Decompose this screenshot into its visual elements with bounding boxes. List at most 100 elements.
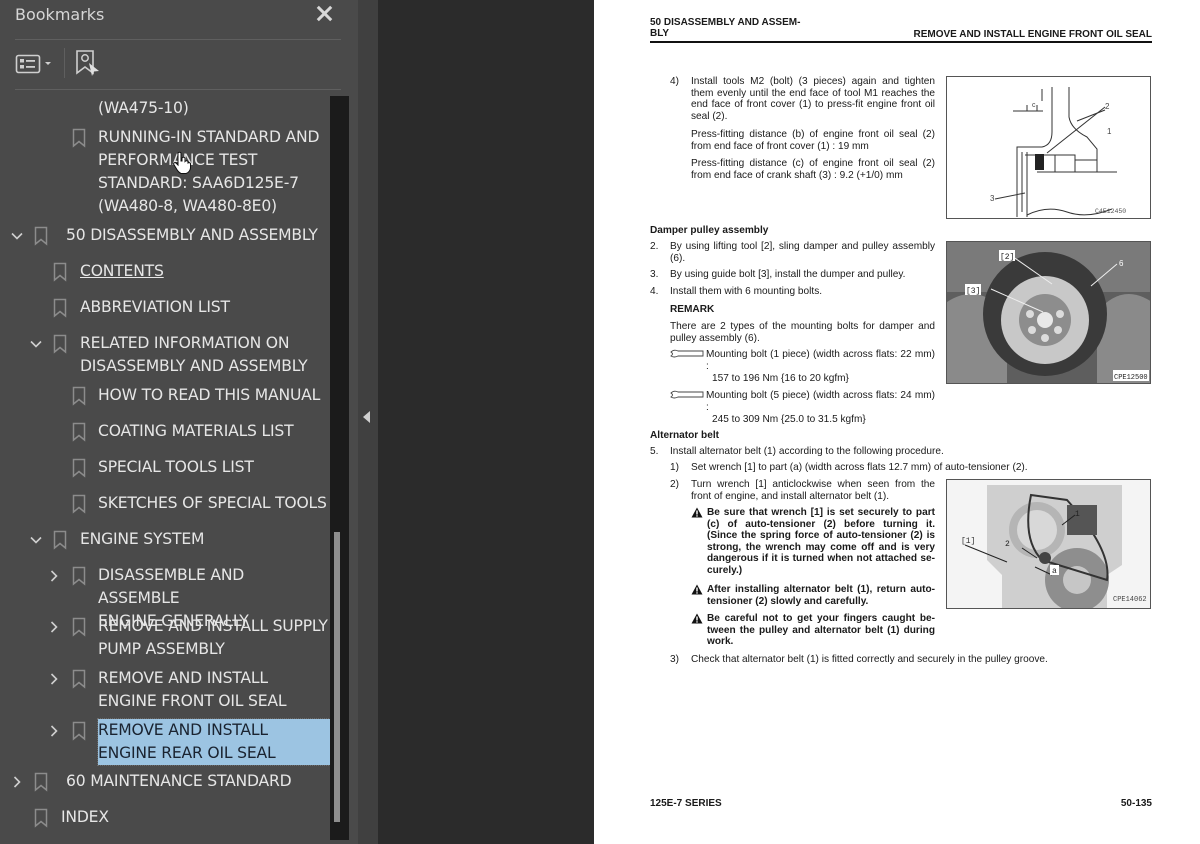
diagram-label: 2 — [1105, 102, 1110, 111]
divider — [15, 39, 341, 40]
remark-heading: REMARK — [670, 304, 715, 315]
bookmark-icon — [34, 772, 48, 792]
bookmark-item[interactable]: ABBREVIATION LIST — [0, 296, 330, 319]
options-menu-button[interactable] — [15, 52, 57, 76]
step-text: Install them with 6 mounting bolts. — [670, 286, 823, 297]
chevron-right-icon[interactable] — [47, 672, 61, 686]
figure-alternator-belt-photo: [1] 2 1 a CPE14062 — [946, 479, 1151, 609]
bookmark-label[interactable]: RUNNING-IN STANDARD AND PERFORMANCE TEST… — [98, 126, 319, 218]
warning-text: Be sure that wrench [1] is set securely … — [707, 507, 935, 576]
chevron-right-icon[interactable] — [47, 569, 61, 583]
torque-wrench-icon — [670, 390, 704, 399]
bookmark-icon — [72, 422, 86, 442]
bookmark-item[interactable]: ENGINE SYSTEM — [0, 528, 330, 551]
bookmark-item[interactable]: REMOVE AND INSTALL ENGINE FRONT OIL SEAL — [0, 667, 330, 713]
bookmark-label[interactable]: REMOVE AND INSTALL SUPPLY PUMP ASSEMBLY — [98, 615, 328, 661]
step-text: Check that alternator belt (1) is fitted… — [691, 654, 1048, 665]
bookmark-icon — [72, 386, 86, 406]
bookmark-item[interactable]: COATING MATERIALS LIST — [0, 420, 330, 443]
torque-wrench-icon — [670, 349, 704, 358]
bookmark-label[interactable]: SPECIAL TOOLS LIST — [98, 456, 254, 479]
bookmark-label[interactable]: REMOVE AND INSTALL ENGINE REAR OIL SEAL — [97, 718, 330, 766]
bookmark-tree: (WA475-10) RUNNING-IN STANDARD AND PERFO… — [0, 96, 330, 844]
bookmark-label[interactable]: COATING MATERIALS LIST — [98, 420, 294, 443]
step-text: Install tools M2 (bolt) (3 pieces) again… — [691, 76, 935, 122]
step-number: 4) — [670, 76, 679, 87]
chevron-down-icon[interactable] — [10, 229, 24, 243]
chevron-down-icon[interactable] — [29, 337, 43, 351]
bookmark-label[interactable]: 60 MAINTENANCE STANDARD — [66, 770, 292, 793]
bookmark-item[interactable]: DISASSEMBLE AND ASSEMBLE ENGINE GENERALL… — [0, 564, 330, 630]
bookmark-item[interactable]: SPECIAL TOOLS LIST — [0, 456, 330, 479]
section-heading: Damper pulley assembly — [650, 225, 769, 236]
bookmark-item[interactable]: REMOVE AND INSTALL ENGINE REAR OIL SEAL — [0, 718, 330, 766]
damper-pulley-photo: [2] [3] 6 CPE12500 — [947, 242, 1150, 383]
photo-label: 6 — [1119, 259, 1124, 268]
bookmark-item[interactable]: (WA475-10) — [0, 97, 330, 120]
pdf-page: 50 DISASSEMBLY AND ASSEM- BLY REMOVE AND… — [594, 0, 1200, 844]
scrollbar[interactable] — [330, 96, 349, 840]
document-viewer[interactable]: 50 DISASSEMBLY AND ASSEM- BLY REMOVE AND… — [378, 0, 1200, 844]
bookmark-icon — [72, 566, 86, 586]
bookmark-icon — [34, 226, 48, 246]
remark-text: There are 2 types of the mounting bolts … — [670, 321, 935, 344]
bookmark-label[interactable]: (WA475-10) — [98, 97, 189, 120]
step-number: 1) — [670, 462, 679, 473]
bookmark-item[interactable]: REMOVE AND INSTALL SUPPLY PUMP ASSEMBLY — [0, 615, 330, 661]
bookmark-label[interactable]: REMOVE AND INSTALL ENGINE FRONT OIL SEAL — [98, 667, 287, 713]
bookmark-icon — [72, 458, 86, 478]
bookmark-icon — [72, 128, 86, 148]
bookmark-label[interactable]: ABBREVIATION LIST — [80, 296, 230, 319]
running-header-right: REMOVE AND INSTALL ENGINE FRONT OIL SEAL — [913, 29, 1152, 40]
bookmark-item[interactable]: RELATED INFORMATION ON DISASSEMBLY AND A… — [0, 332, 330, 378]
bookmark-icon — [72, 494, 86, 514]
bookmark-icon — [53, 530, 67, 550]
photo-label: [3] — [966, 287, 980, 296]
figure-code: C4E12450 — [1095, 208, 1126, 215]
toolbar-separator — [64, 48, 65, 78]
bookmark-item[interactable]: HOW TO READ THIS MANUAL — [0, 384, 330, 407]
warning-text: Be careful not to get your fingers caugh… — [707, 613, 935, 647]
chevron-down-icon[interactable] — [29, 533, 43, 547]
figure-damper-pulley-photo: [2] [3] 6 CPE12500 — [946, 241, 1151, 384]
collapse-panel-button[interactable] — [361, 408, 373, 426]
bookmark-item[interactable]: INDEX — [0, 806, 330, 829]
bookmark-icon — [72, 721, 86, 741]
step-text: Install alternator belt (1) according to… — [670, 446, 944, 457]
step-spec: Press-fitting distance (c) of engine fro… — [691, 158, 935, 181]
bookmark-item[interactable]: 60 MAINTENANCE STANDARD — [0, 770, 330, 793]
bookmark-icon — [53, 298, 67, 318]
bookmark-item[interactable]: CONTENTS — [0, 260, 330, 283]
bookmark-label[interactable]: INDEX — [61, 806, 109, 829]
warning-icon — [691, 584, 703, 595]
bookmark-item[interactable]: RUNNING-IN STANDARD AND PERFORMANCE TEST… — [0, 126, 330, 218]
bookmark-item[interactable]: SKETCHES OF SPECIAL TOOLS — [0, 492, 330, 515]
chevron-right-icon[interactable] — [47, 724, 61, 738]
figure-code: CPE12500 — [1114, 374, 1148, 382]
bookmark-label[interactable]: HOW TO READ THIS MANUAL — [98, 384, 320, 407]
scrollbar-thumb[interactable] — [334, 532, 340, 822]
bookmark-item[interactable]: 50 DISASSEMBLY AND ASSEMBLY — [0, 224, 330, 247]
find-current-bookmark-button[interactable] — [75, 49, 103, 79]
find-bookmark-icon — [76, 50, 99, 76]
bookmark-label[interactable]: SKETCHES OF SPECIAL TOOLS — [98, 492, 327, 515]
bookmark-label[interactable]: RELATED INFORMATION ON DISASSEMBLY AND A… — [80, 332, 308, 378]
chevron-right-icon[interactable] — [10, 775, 24, 789]
bookmark-label[interactable]: CONTENTS — [80, 260, 164, 283]
diagram-label: 3 — [990, 194, 995, 203]
warning-icon — [691, 613, 703, 624]
figure-oil-seal-diagram: c 2 1 3 C4E12450 — [946, 76, 1151, 219]
figure-code: CPE14062 — [1113, 596, 1147, 604]
bookmark-label[interactable]: ENGINE SYSTEM — [80, 528, 204, 551]
chevron-right-icon[interactable] — [47, 620, 61, 634]
running-header-left: 50 DISASSEMBLY AND ASSEM- BLY — [650, 17, 801, 39]
divider — [15, 89, 341, 90]
torque-spec: Mounting bolt (5 piece) (width across fl… — [706, 390, 935, 413]
torque-spec: Mounting bolt (1 piece) (width across fl… — [706, 349, 935, 372]
bookmark-icon — [72, 669, 86, 689]
step-text: Set wrench [1] to part (a) (width across… — [691, 462, 1028, 473]
close-icon[interactable] — [313, 3, 335, 25]
triangle-left-icon — [363, 411, 370, 423]
header-rule — [650, 41, 1152, 43]
bookmark-label[interactable]: 50 DISASSEMBLY AND ASSEMBLY — [66, 224, 318, 247]
